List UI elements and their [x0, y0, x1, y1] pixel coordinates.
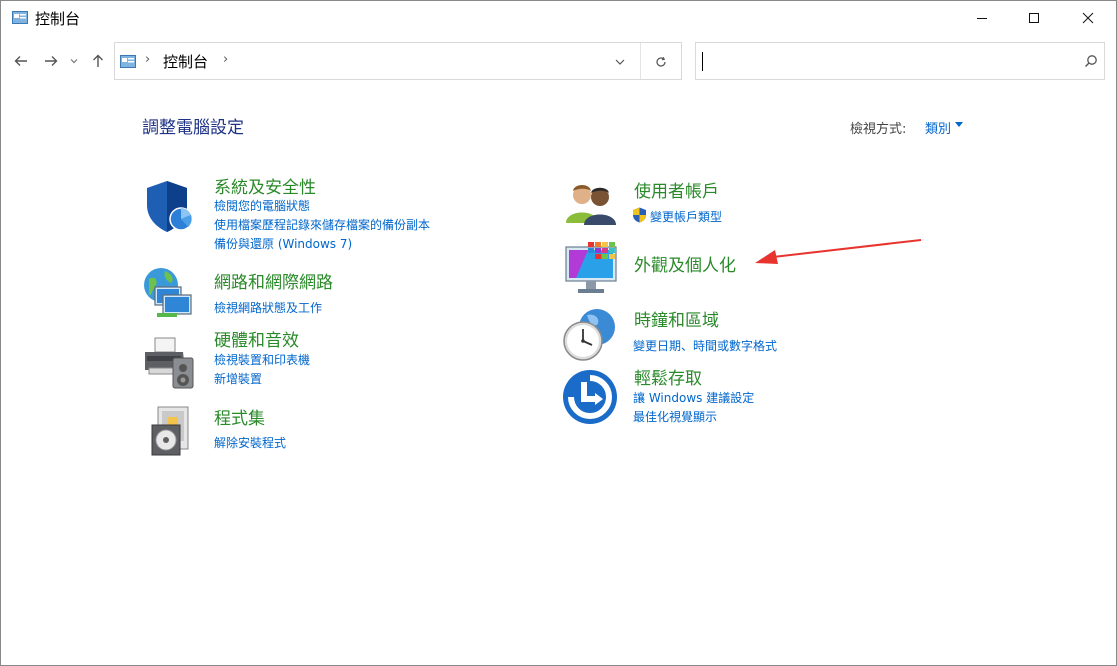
category-system-security[interactable]: 系統及安全性 — [214, 173, 316, 198]
arrow-right-icon — [45, 56, 58, 66]
printer-speaker-icon[interactable] — [143, 334, 199, 390]
chevron-down-icon — [70, 59, 78, 64]
link-uninstall-program[interactable]: 解除安裝程式 — [214, 434, 286, 451]
arrow-up-icon — [93, 54, 103, 67]
maximize-icon — [1029, 13, 1039, 23]
view-by-label: 檢視方式: — [850, 122, 907, 137]
category-network[interactable]: 網路和網際網路 — [214, 268, 333, 293]
link-network-status[interactable]: 檢視網路狀態及工作 — [214, 299, 322, 316]
link-file-history[interactable]: 使用檔案歷程記錄來儲存檔案的備份副本 — [214, 216, 430, 233]
title-bar[interactable]: 控制台 — [1, 1, 1116, 35]
ease-of-access-icon[interactable] — [562, 369, 618, 425]
category-ease-of-access[interactable]: 輕鬆存取 — [634, 364, 702, 389]
annotation-arrow-icon — [755, 239, 922, 264]
breadcrumb-control-panel[interactable]: 控制台 — [163, 51, 208, 72]
category-programs[interactable]: 程式集 — [214, 404, 265, 429]
control-panel-window: 控制台 › 控制台 › 調整電腦設定 檢視方式: 類別 系統及安全性 檢閱您的電… — [0, 0, 1117, 666]
control-panel-icon — [120, 55, 136, 68]
monitor-palette-icon[interactable] — [564, 241, 620, 297]
divider — [640, 43, 641, 79]
up-button[interactable] — [87, 49, 109, 73]
caret-down-icon[interactable] — [955, 122, 963, 127]
window-title: 控制台 — [35, 10, 81, 28]
address-bar[interactable]: › 控制台 › — [114, 42, 682, 80]
text-caret — [702, 52, 703, 71]
recent-locations-button[interactable] — [67, 49, 81, 73]
close-icon — [1082, 12, 1094, 24]
chevron-down-icon — [615, 59, 625, 65]
breadcrumb-separator[interactable]: › — [145, 52, 150, 67]
refresh-icon — [656, 56, 666, 67]
category-appearance-personalization[interactable]: 外觀及個人化 — [634, 251, 736, 276]
link-change-account-type[interactable]: 變更帳戶類型 — [650, 208, 722, 225]
view-by-dropdown[interactable]: 類別 — [925, 118, 951, 137]
category-clock-region[interactable]: 時鐘和區域 — [634, 306, 719, 331]
minimize-button[interactable] — [959, 1, 1005, 35]
uac-shield-icon — [633, 207, 646, 223]
refresh-button[interactable] — [651, 52, 671, 72]
link-optimize-visual-display[interactable]: 最佳化視覺顯示 — [633, 408, 717, 425]
link-review-status[interactable]: 檢閱您的電腦狀態 — [214, 197, 310, 214]
category-hardware-sound[interactable]: 硬體和音效 — [214, 326, 299, 351]
link-change-date-time-format[interactable]: 變更日期、時間或數字格式 — [633, 337, 777, 354]
link-backup-restore[interactable]: 備份與還原 (Windows 7) — [214, 235, 352, 252]
link-let-windows-suggest[interactable]: 讓 Windows 建議設定 — [633, 389, 754, 406]
shield-icon[interactable] — [143, 179, 199, 235]
forward-button[interactable] — [40, 49, 62, 73]
clock-globe-icon[interactable] — [561, 307, 617, 363]
arrow-left-icon — [14, 56, 27, 66]
programs-disc-icon[interactable] — [144, 403, 200, 459]
address-history-dropdown[interactable] — [611, 53, 629, 71]
minimize-icon — [977, 18, 987, 19]
category-user-accounts[interactable]: 使用者帳戶 — [634, 177, 719, 202]
link-devices-printers[interactable]: 檢視裝置和印表機 — [214, 351, 310, 368]
search-input[interactable] — [695, 42, 1105, 80]
network-globe-icon[interactable] — [141, 265, 197, 321]
maximize-button[interactable] — [1011, 1, 1057, 35]
link-add-device[interactable]: 新增裝置 — [214, 370, 262, 387]
search-icon[interactable] — [1084, 54, 1098, 68]
users-icon[interactable] — [564, 179, 620, 235]
back-button[interactable] — [10, 49, 32, 73]
close-button[interactable] — [1065, 1, 1111, 35]
breadcrumb-separator[interactable]: › — [223, 52, 228, 67]
control-panel-icon — [12, 11, 28, 24]
page-title: 調整電腦設定 — [142, 118, 244, 138]
